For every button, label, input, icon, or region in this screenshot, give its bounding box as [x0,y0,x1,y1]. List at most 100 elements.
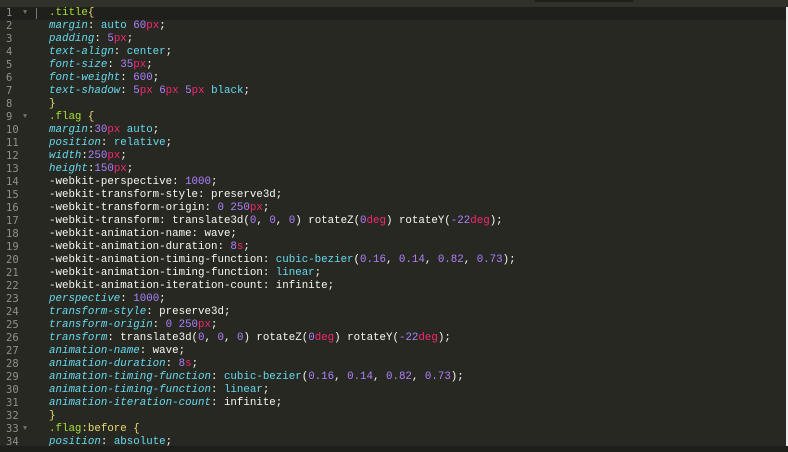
code-token: cubic-bezier [223,371,302,383]
code-token: height [49,163,88,175]
line-gutter: 23 [0,293,38,306]
code-token: 150 [94,163,114,175]
code-line[interactable]: 8} [0,98,786,111]
code-line[interactable]: 12 width:250px; [0,150,786,163]
code-text: -webkit-animation-duration: 8s; [49,241,250,254]
code-line[interactable]: 29 animation-timing-function: cubic-bezie… [0,371,786,384]
code-token: : [107,59,121,71]
code-token: -webkit-animation-timing-function: [49,267,276,279]
code-token: -webkit-animation-duration: [49,241,231,253]
code-line[interactable]: 2 margin: auto 60px; [0,20,786,33]
fold-triangle-icon[interactable]: ▼ [23,7,27,20]
code-token: 1000 [185,176,211,188]
code-line[interactable]: 7 text-shadow: 5px 6px 5px black; [0,85,786,98]
code-line[interactable]: 24 transform-style: preserve3d; [0,306,786,319]
code-line[interactable]: 15 -webkit-transform-style: preserve3d; [0,189,786,202]
code-token: ; [152,124,160,136]
code-text: -webkit-animation-timing-function: linea… [49,267,321,280]
line-number: 18 [6,228,19,240]
code-token: 0.82 [437,254,464,266]
code-line[interactable]: 30 animation-timing-function: linear; [0,384,786,397]
code-line[interactable]: 3 padding: 5px; [0,33,786,46]
code-token: linear [223,384,263,396]
code-token: : [210,371,224,383]
line-gutter: 26 [0,332,38,345]
code-line[interactable]: 25 transform-origin: 0 250px; [0,319,786,332]
line-gutter: 22 [0,280,38,293]
line-number: 19 [6,241,19,253]
code-text: animation-name: wave; [49,345,185,358]
code-token: ; [165,436,173,446]
code-token: 60 [133,20,147,32]
gutter-marker [36,8,37,19]
code-line[interactable]: 32} [0,410,786,423]
code-token: 0.73 [424,371,451,383]
line-gutter: 32 [0,410,38,423]
code-line[interactable]: 28 animation-duration: 8s; [0,358,786,371]
code-token: padding [49,33,95,45]
line-gutter: 1 ▼ [0,7,38,20]
code-line[interactable]: 6 font-weight: 600; [0,72,786,85]
code-line[interactable]: 11 position: relative; [0,137,786,150]
code-token: absolute [113,436,166,446]
code-line[interactable]: 33 ▼ .flag:before { [0,423,786,436]
code-token: .flag [49,423,82,435]
code-token: ; [314,267,322,279]
code-line[interactable]: 34 position: absolute; [0,436,786,446]
code-line[interactable]: 18 -webkit-animation-name: wave; [0,228,786,241]
line-number: 34 [6,436,19,446]
code-line[interactable]: 1 ▼ .title{ [0,7,786,20]
code-token: { [87,7,95,19]
line-number: 21 [6,267,19,279]
line-number: 8 [6,98,13,110]
line-number: 10 [6,124,19,136]
code-token: : [152,319,166,331]
code-token: , [275,215,289,227]
fold-triangle-icon[interactable]: ▼ [23,111,27,124]
code-text: width:250px; [49,150,127,163]
code-line[interactable]: 27 animation-name: wave; [0,345,786,358]
code-token: , [411,371,425,383]
code-line[interactable]: 31 animation-iteration-count: infinite; [0,397,786,410]
code-line[interactable]: 23 perspective: 1000; [0,293,786,306]
code-line[interactable]: 5 font-size: 35px; [0,59,786,72]
code-token: px [249,202,263,214]
code-token: , [463,254,477,266]
code-line[interactable]: 17 -webkit-transform: translate3d(0, 0, 0… [0,215,786,228]
code-line[interactable]: 19 -webkit-animation-duration: 8s; [0,241,786,254]
code-token: ; [243,85,250,97]
code-token: .title [49,7,88,19]
code-line[interactable]: 22 -webkit-animation-iteration-count: inf… [0,280,786,293]
code-token: } [49,98,56,110]
code-token: relative [113,137,166,149]
line-number: 32 [6,410,19,422]
horizontal-scrollbar[interactable] [0,446,788,452]
line-number: 31 [6,397,19,409]
code-token: px [198,319,212,331]
editor-tab[interactable] [535,0,633,2]
code-line[interactable]: 10 margin:30px auto; [0,124,786,137]
code-line[interactable]: 14 -webkit-perspective: 1000; [0,176,786,189]
code-line[interactable]: 9 ▼ .flag { [0,111,786,124]
code-token: deg [418,332,438,344]
line-gutter: 31 [0,397,38,410]
code-line[interactable]: 13 height:150px; [0,163,786,176]
code-editor[interactable]: 1 ▼ .title{2 margin: auto 60px; 3 padding: 5p… [0,7,786,446]
code-text: animation-duration: 8s; [49,358,198,371]
code-token: -22 [450,215,471,227]
code-line[interactable]: 21 -webkit-animation-timing-function: lin… [0,267,786,280]
code-token: 35 [120,59,134,71]
line-gutter: 24 [0,306,38,319]
code-line[interactable]: 26 transform: translate3d(0, 0, 0) rotate… [0,332,786,345]
code-line[interactable]: 20 -webkit-animation-timing-function: cub… [0,254,786,267]
code-token: -webkit-animation-iteration-count: infin… [49,280,335,292]
code-line[interactable]: 4 text-align: center; [0,46,786,59]
fold-triangle-icon[interactable]: ▼ [23,423,27,436]
code-text: position: absolute; [49,436,172,446]
code-text: .flag:before { [49,423,140,436]
code-line[interactable]: 16 -webkit-transform-origin: 0 250px; [0,202,786,215]
line-gutter: 21 [0,267,38,280]
line-gutter: 29 [0,371,38,384]
code-token: transform-origin [49,319,153,331]
line-gutter: 25 [0,319,38,332]
